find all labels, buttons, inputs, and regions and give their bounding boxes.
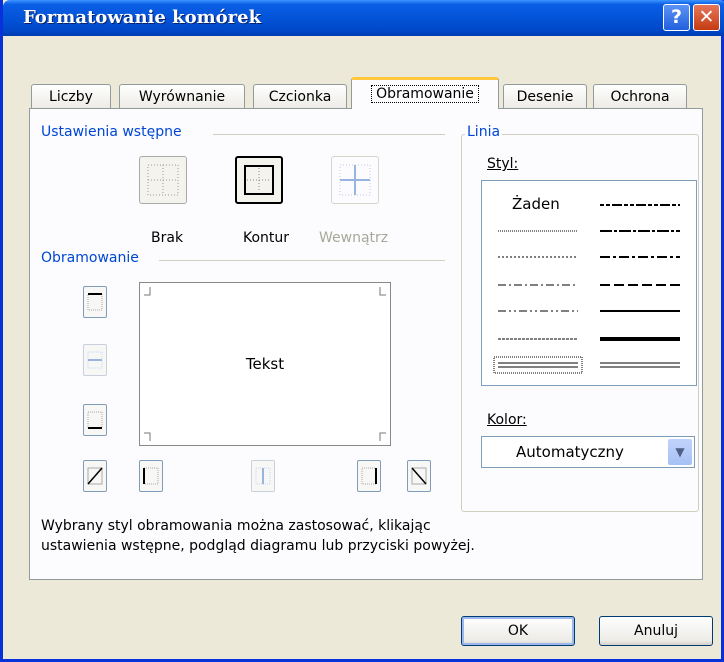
- border-diagonal-down-button[interactable]: [407, 460, 431, 492]
- border-bottom-icon: [87, 411, 103, 429]
- diagonal-up-icon: [87, 467, 103, 485]
- diagonal-down-icon: [411, 467, 427, 485]
- preset-none-label: Brak: [151, 230, 184, 246]
- close-button[interactable]: ✕: [693, 4, 720, 31]
- border-separator: [159, 260, 445, 261]
- preset-inside-button[interactable]: [331, 156, 379, 204]
- preset-outline-button[interactable]: [235, 156, 283, 204]
- color-dropdown[interactable]: Automatyczny ▼: [481, 436, 695, 468]
- dialog-title: Formatowanie komórek: [23, 7, 262, 28]
- style-label: Styl:: [487, 156, 519, 172]
- info-text-line-1: Wybrany styl obramowania można zastosowa…: [41, 518, 431, 534]
- format-cells-dialog: Formatowanie komórek ? ✕ Liczby Wyrównan…: [0, 0, 724, 662]
- line-style-list[interactable]: Żaden: [481, 180, 697, 386]
- preset-none-icon: [147, 164, 179, 196]
- border-inside-vertical-button[interactable]: [251, 460, 275, 492]
- tab-wyrownanie[interactable]: Wyrównanie: [119, 84, 245, 108]
- preview-text: Tekst: [245, 355, 285, 373]
- border-right-icon: [361, 467, 377, 485]
- title-bar: Formatowanie komórek ? ✕: [3, 0, 724, 36]
- presets-separator: [213, 134, 445, 135]
- line-section-label: Linia: [465, 124, 503, 140]
- border-inside-horizontal-button[interactable]: [83, 344, 107, 376]
- info-text-line-2: ustawienia wstępne, podgląd diagramu lub…: [41, 538, 475, 554]
- border-diagonal-up-button[interactable]: [83, 460, 107, 492]
- tab-desenie[interactable]: Desenie: [503, 84, 587, 108]
- border-preview[interactable]: Tekst: [139, 282, 391, 446]
- border-inside-vertical-icon: [255, 467, 271, 485]
- color-label: Kolor:: [487, 412, 527, 428]
- tab-ochrona[interactable]: Ochrona: [593, 84, 687, 108]
- cancel-button[interactable]: Anuluj: [599, 616, 713, 646]
- border-right-button[interactable]: [357, 460, 381, 492]
- help-button[interactable]: ?: [663, 4, 690, 31]
- border-left-button[interactable]: [139, 460, 163, 492]
- preset-inside-label: Wewnątrz: [319, 230, 389, 246]
- tab-liczby[interactable]: Liczby: [31, 84, 111, 108]
- preset-outline-icon: [244, 165, 274, 195]
- border-section-label: Obramowanie: [41, 250, 139, 266]
- tab-obramowanie[interactable]: Obramowanie: [351, 77, 499, 109]
- tab-obramowanie-label: Obramowanie: [371, 85, 479, 103]
- info-text: Wybrany styl obramowania można zastosowa…: [41, 516, 475, 556]
- color-dropdown-value: Automatyczny: [516, 443, 624, 461]
- border-top-icon: [87, 293, 103, 311]
- border-bottom-button[interactable]: [83, 404, 107, 436]
- border-top-button[interactable]: [83, 286, 107, 318]
- preset-outline-label: Kontur: [243, 230, 290, 246]
- line-style-swatches[interactable]: [482, 181, 696, 385]
- tab-czcionka[interactable]: Czcionka: [253, 84, 347, 108]
- border-left-icon: [143, 467, 159, 485]
- border-inside-horizontal-icon: [87, 351, 103, 369]
- preset-inside-icon: [339, 164, 371, 196]
- presets-section-label: Ustawienia wstępne: [41, 124, 182, 140]
- preset-none-button[interactable]: [139, 156, 187, 204]
- chevron-down-icon[interactable]: ▼: [668, 439, 692, 465]
- ok-button[interactable]: OK: [461, 616, 575, 646]
